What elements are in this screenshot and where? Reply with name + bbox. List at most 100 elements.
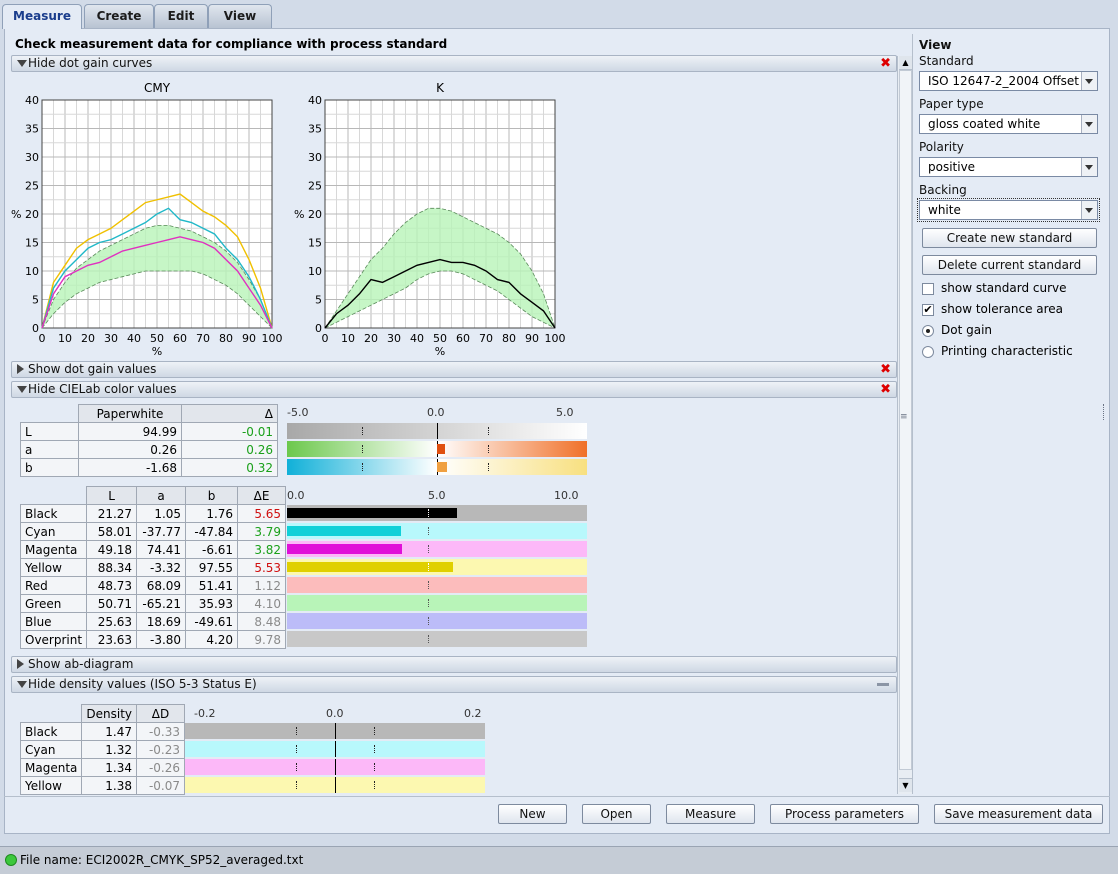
scale-label: 0.0 — [427, 406, 445, 419]
tolerance-tick — [374, 745, 375, 753]
x-tick-label: 40 — [410, 332, 424, 345]
tolerance-tick — [428, 617, 429, 625]
section-label: Hide dot gain curves — [28, 56, 153, 70]
row-label: Yellow — [19, 776, 83, 795]
row-label: Green — [19, 594, 88, 613]
l-cell: 50.71 — [86, 594, 138, 613]
collapse-icon — [17, 386, 27, 393]
x-axis-label: % — [152, 345, 162, 358]
delta-e-cell: 3.79 — [237, 522, 287, 541]
row-label: Cyan — [19, 522, 88, 541]
row-label: a — [20, 440, 79, 459]
standard-select[interactable]: ISO 12647-2_2004 Offset — [919, 71, 1098, 91]
row-label: Black — [19, 504, 88, 523]
l-cell: 23.63 — [86, 630, 138, 649]
process-parameters-button[interactable]: Process parameters — [770, 804, 919, 824]
delta-e-bar — [287, 577, 587, 593]
delta-cell: 0.32 — [181, 458, 278, 477]
close-icon[interactable]: ✖ — [880, 57, 891, 70]
chevron-down-icon[interactable] — [1081, 201, 1097, 219]
row-label: Black — [19, 722, 83, 741]
dot-gain-radio[interactable] — [922, 325, 934, 337]
col-header: ΔE — [237, 486, 287, 505]
section-dotgain-curves[interactable]: Hide dot gain curves ✖ — [11, 55, 897, 72]
x-tick-label: 10 — [58, 332, 72, 345]
backing-label: Backing — [919, 183, 967, 197]
col-header: ΔD — [136, 704, 185, 723]
table-row: Blue 25.63 18.69 -49.61 8.48 — [19, 612, 287, 631]
polarity-select[interactable]: positive — [919, 157, 1098, 177]
tab-create[interactable]: Create — [84, 4, 154, 28]
paper-type-select[interactable]: gloss coated white — [919, 114, 1098, 134]
open-button[interactable]: Open — [582, 804, 651, 824]
create-standard-button[interactable]: Create new standard — [922, 228, 1097, 248]
section-ab-diagram[interactable]: Show ab-diagram — [11, 656, 897, 673]
delta-cell: 0.26 — [181, 440, 278, 459]
x-tick-label: 100 — [262, 332, 283, 345]
table-row: Cyan 1.32 -0.23 — [19, 740, 185, 759]
measure-button[interactable]: Measure — [666, 804, 755, 824]
section-density[interactable]: Hide density values (ISO 5-3 Status E) — [11, 676, 897, 693]
table-row: L 94.99 -0.01 — [20, 422, 278, 441]
minimize-icon[interactable] — [877, 683, 889, 686]
scale-label: 0.2 — [464, 707, 482, 720]
x-tick-label: 30 — [387, 332, 401, 345]
tolerance-tick — [296, 763, 297, 771]
chevron-down-icon[interactable] — [1081, 72, 1097, 90]
section-dotgain-values[interactable]: Show dot gain values ✖ — [11, 361, 897, 378]
vertical-scrollbar[interactable]: ▲ ▼ — [897, 56, 912, 794]
x-tick-label: 0 — [322, 332, 329, 345]
scale-label: 5.0 — [428, 489, 446, 502]
x-tick-label: 50 — [433, 332, 447, 345]
zero-line — [335, 723, 336, 739]
tolerance-tick — [428, 509, 429, 517]
y-tick-label: 25 — [308, 180, 322, 193]
table-row: Black 1.47 -0.33 — [19, 722, 185, 741]
col-header: Paperwhite — [78, 404, 182, 423]
scroll-down-icon[interactable]: ▼ — [899, 778, 912, 792]
printing-characteristic-label: Printing characteristic — [941, 344, 1073, 358]
a-cell: -3.32 — [136, 558, 187, 577]
scroll-up-icon[interactable]: ▲ — [899, 56, 912, 70]
tab-measure[interactable]: Measure — [2, 4, 82, 29]
delete-standard-button[interactable]: Delete current standard — [922, 255, 1097, 275]
close-icon[interactable]: ✖ — [880, 383, 891, 396]
col-header: Δ — [181, 404, 278, 423]
tolerance-tick — [362, 463, 363, 471]
b-cell: 97.55 — [185, 558, 239, 577]
delta-e-fill — [287, 544, 402, 554]
tab-edit[interactable]: Edit — [154, 4, 208, 28]
save-measurement-button[interactable]: Save measurement data — [934, 804, 1103, 824]
table-row: Yellow 88.34 -3.32 97.55 5.53 — [19, 558, 287, 577]
show-tolerance-checkbox[interactable]: ✔ — [922, 304, 934, 316]
delta-e-cell: 1.12 — [237, 576, 287, 595]
table-row: Red 48.73 68.09 51.41 1.12 — [19, 576, 287, 595]
delta-e-bar — [287, 595, 587, 611]
a-cell: -37.77 — [136, 522, 187, 541]
close-icon[interactable]: ✖ — [880, 363, 891, 376]
chevron-down-icon[interactable] — [1081, 115, 1097, 133]
delta-e-bar — [287, 541, 587, 557]
zero-line — [335, 777, 336, 793]
l-cell: 49.18 — [86, 540, 138, 559]
tolerance-tick — [428, 581, 429, 589]
show-standard-curve-checkbox[interactable] — [922, 283, 934, 295]
scale-label: 0.0 — [287, 489, 305, 502]
density-bar — [185, 777, 485, 793]
status-bar: File name: ECI2002R_CMYK_SP52_averaged.t… — [0, 846, 1118, 874]
chevron-down-icon[interactable] — [1081, 158, 1097, 176]
file-name: File name: ECI2002R_CMYK_SP52_averaged.t… — [20, 853, 304, 867]
delta-e-fill — [287, 526, 401, 536]
scale-label: -0.2 — [194, 707, 216, 720]
table-row: a 0.26 0.26 — [20, 440, 278, 459]
backing-select[interactable]: white — [917, 198, 1100, 222]
splitter-grip-icon[interactable] — [1103, 404, 1106, 420]
printing-characteristic-radio[interactable] — [922, 346, 934, 358]
density-cell: 1.38 — [81, 776, 137, 795]
section-cielab[interactable]: Hide CIELab color values ✖ — [11, 381, 897, 398]
new-button[interactable]: New — [498, 804, 567, 824]
splitter-grip-icon[interactable]: ≡ — [900, 413, 908, 422]
tolerance-tick — [362, 445, 363, 453]
section-label: Show ab-diagram — [28, 657, 134, 671]
tab-view[interactable]: View — [208, 4, 272, 28]
